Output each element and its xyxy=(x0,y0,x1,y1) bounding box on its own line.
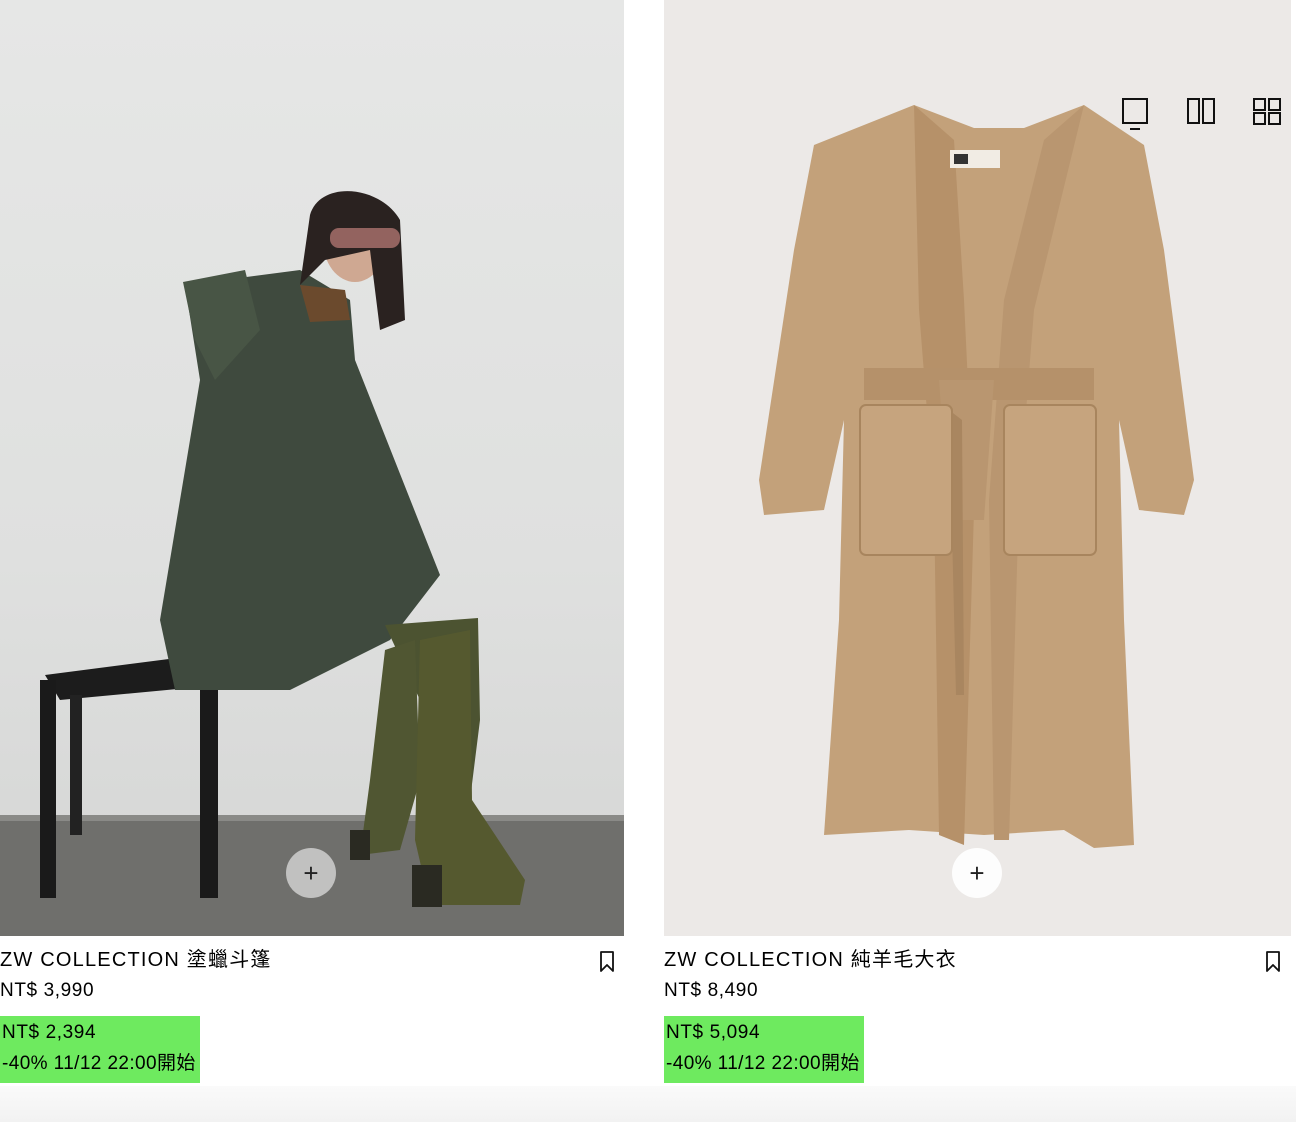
product-image-hooded-parka[interactable]: + xyxy=(0,0,624,936)
product-card[interactable]: ZW COLLECTION 純羊毛大衣 NT$ 8,490 NT$ 5,094 … xyxy=(664,0,1296,1083)
product-info: ZW COLLECTION 純羊毛大衣 NT$ 8,490 NT$ 5,094 … xyxy=(664,946,1296,1083)
product-title[interactable]: ZW COLLECTION 塗蠟斗篷 xyxy=(0,946,624,974)
product-price: NT$ 8,490 xyxy=(664,980,759,1001)
sale-badge: NT$ 2,394 -40% 11/12 22:00開始 xyxy=(0,1016,200,1083)
parka-photo xyxy=(0,191,624,936)
add-to-cart-button[interactable]: + xyxy=(286,848,336,898)
bottom-bar xyxy=(0,1086,1296,1122)
product-image-wool-coat[interactable] xyxy=(664,0,1291,936)
coat-photo xyxy=(759,105,1194,848)
product-title[interactable]: ZW COLLECTION 純羊毛大衣 xyxy=(664,946,1296,974)
sale-note: -40% 11/12 22:00開始 xyxy=(666,1053,860,1074)
bookmark-icon[interactable] xyxy=(598,950,616,974)
view-toggle xyxy=(1120,96,1282,130)
sale-price: NT$ 2,394 xyxy=(2,1022,97,1043)
sale-price: NT$ 5,094 xyxy=(666,1022,761,1043)
bookmark-icon[interactable] xyxy=(1264,950,1282,974)
sale-note: -40% 11/12 22:00開始 xyxy=(2,1053,196,1074)
double-view-icon[interactable] xyxy=(1186,96,1216,130)
grid-view-icon[interactable] xyxy=(1252,96,1282,130)
add-to-cart-button[interactable]: + xyxy=(952,848,1002,898)
product-info: ZW COLLECTION 塗蠟斗篷 NT$ 3,990 NT$ 2,394 -… xyxy=(0,946,624,1083)
product-price: NT$ 3,990 xyxy=(0,980,95,1001)
sale-badge: NT$ 5,094 -40% 11/12 22:00開始 xyxy=(664,1016,864,1083)
product-card[interactable]: + ZW COLLECTION 塗蠟斗篷 NT$ 3,990 NT$ 2,394… xyxy=(0,0,624,1083)
single-view-icon[interactable] xyxy=(1120,96,1150,130)
